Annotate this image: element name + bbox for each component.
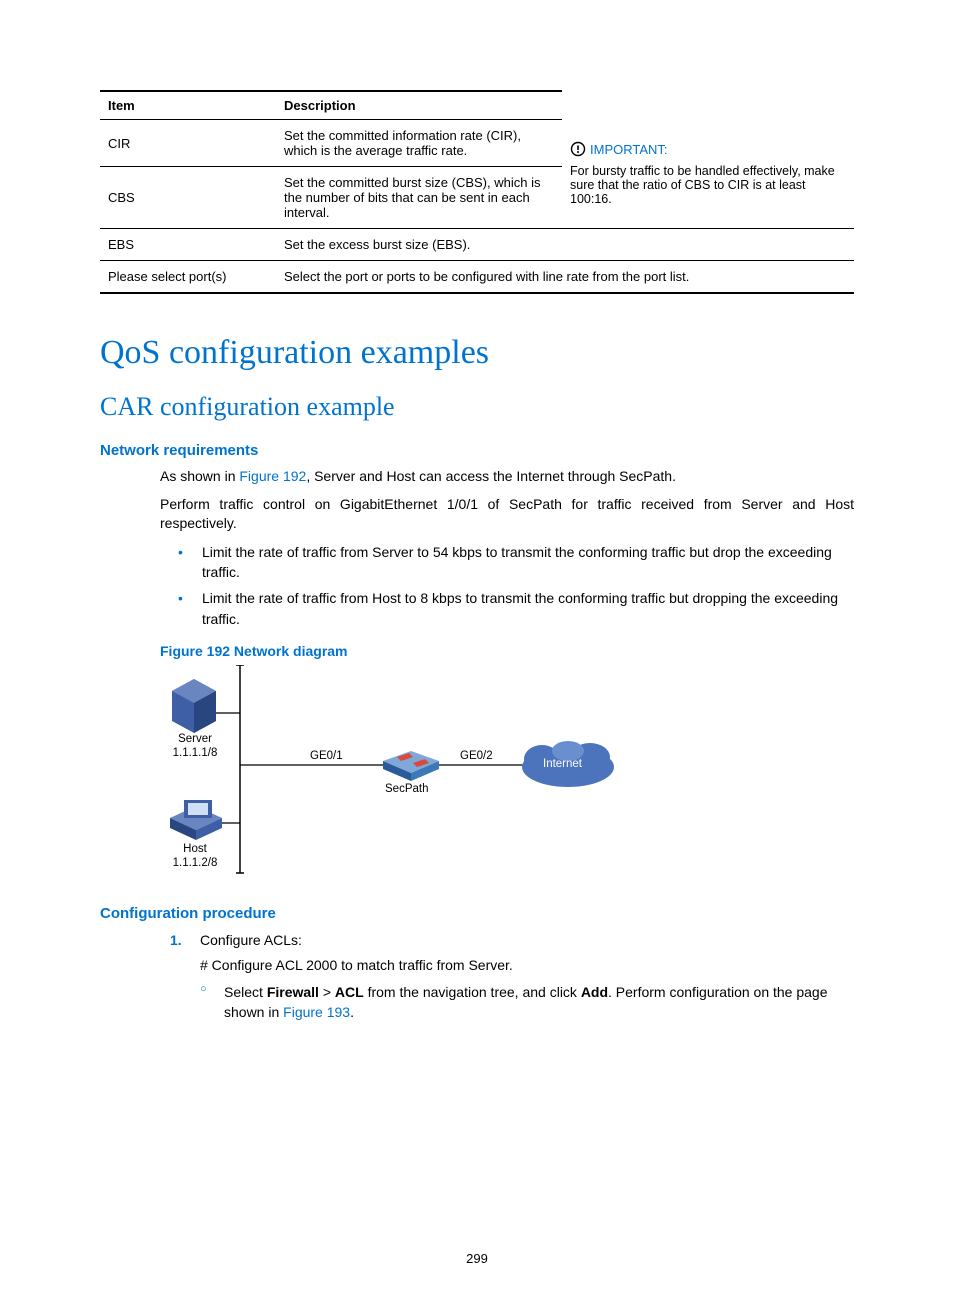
paragraph: As shown in Figure 192, Server and Host … xyxy=(160,467,854,487)
cell-desc: Set the committed information rate (CIR)… xyxy=(276,120,562,167)
step-item: Configure ACLs: xyxy=(170,930,854,950)
list-item: Limit the rate of traffic from Server to… xyxy=(178,542,854,583)
parameter-table: Item Description CIR Set the committed i… xyxy=(100,90,854,294)
table-row: Please select port(s) Select the port or… xyxy=(100,261,854,294)
diagram-svg xyxy=(160,665,630,885)
cell-item: EBS xyxy=(100,229,276,261)
secpath-icon xyxy=(383,751,439,781)
list-item: Limit the rate of traffic from Host to 8… xyxy=(178,588,854,629)
cell-desc: Set the committed burst size (CBS), whic… xyxy=(276,167,562,229)
ordered-steps: Configure ACLs: xyxy=(170,930,854,950)
paragraph: Perform traffic control on GigabitEthern… xyxy=(160,495,854,534)
table-header-row: Item Description xyxy=(100,91,854,120)
bullet-list: Limit the rate of traffic from Server to… xyxy=(178,542,854,629)
cell-desc: Set the excess burst size (EBS). xyxy=(276,229,854,261)
table-row: CIR Set the committed information rate (… xyxy=(100,120,854,167)
secpath-label: SecPath xyxy=(385,783,428,797)
list-item: Select Firewall > ACL from the navigatio… xyxy=(200,982,854,1023)
host-icon xyxy=(170,800,222,840)
important-label: IMPORTANT: xyxy=(570,141,668,157)
alert-circle-icon xyxy=(570,141,586,157)
internet-label: Internet xyxy=(543,758,582,772)
ge02-label: GE0/2 xyxy=(460,750,493,764)
heading-2: CAR configuration example xyxy=(100,392,854,422)
figure-link[interactable]: Figure 193 xyxy=(283,1004,350,1020)
cell-item: CBS xyxy=(100,167,276,229)
figure-caption: Figure 192 Network diagram xyxy=(160,643,854,659)
col-header-desc: Description xyxy=(276,91,562,120)
cell-item: CIR xyxy=(100,120,276,167)
network-diagram: Server 1.1.1.1/8 Host 1.1.1.2/8 GE0/1 GE… xyxy=(160,665,630,885)
table-row: EBS Set the excess burst size (EBS). xyxy=(100,229,854,261)
page-number: 299 xyxy=(0,1251,954,1266)
important-text: For bursty traffic to be handled effecti… xyxy=(570,164,846,206)
sub-text: # Configure ACL 2000 to match traffic fr… xyxy=(200,956,854,976)
host-label: Host 1.1.1.2/8 xyxy=(160,843,230,871)
col-header-item: Item xyxy=(100,91,276,120)
page: Item Description CIR Set the committed i… xyxy=(0,0,954,1296)
cell-desc: Select the port or ports to be configure… xyxy=(276,261,854,294)
heading-3-confproc: Configuration procedure xyxy=(100,905,854,922)
important-note: IMPORTANT: For bursty traffic to be hand… xyxy=(562,120,854,229)
heading-3-netreq: Network requirements xyxy=(100,442,854,459)
figure-link[interactable]: Figure 192 xyxy=(239,468,306,484)
server-label: Server 1.1.1.1/8 xyxy=(160,733,230,761)
heading-1: QoS configuration examples xyxy=(100,334,854,372)
cell-item: Please select port(s) xyxy=(100,261,276,294)
ge01-label: GE0/1 xyxy=(310,750,343,764)
important-label-text: IMPORTANT: xyxy=(590,142,668,157)
sub-bullet-list: Select Firewall > ACL from the navigatio… xyxy=(200,982,854,1023)
server-icon xyxy=(172,679,216,733)
